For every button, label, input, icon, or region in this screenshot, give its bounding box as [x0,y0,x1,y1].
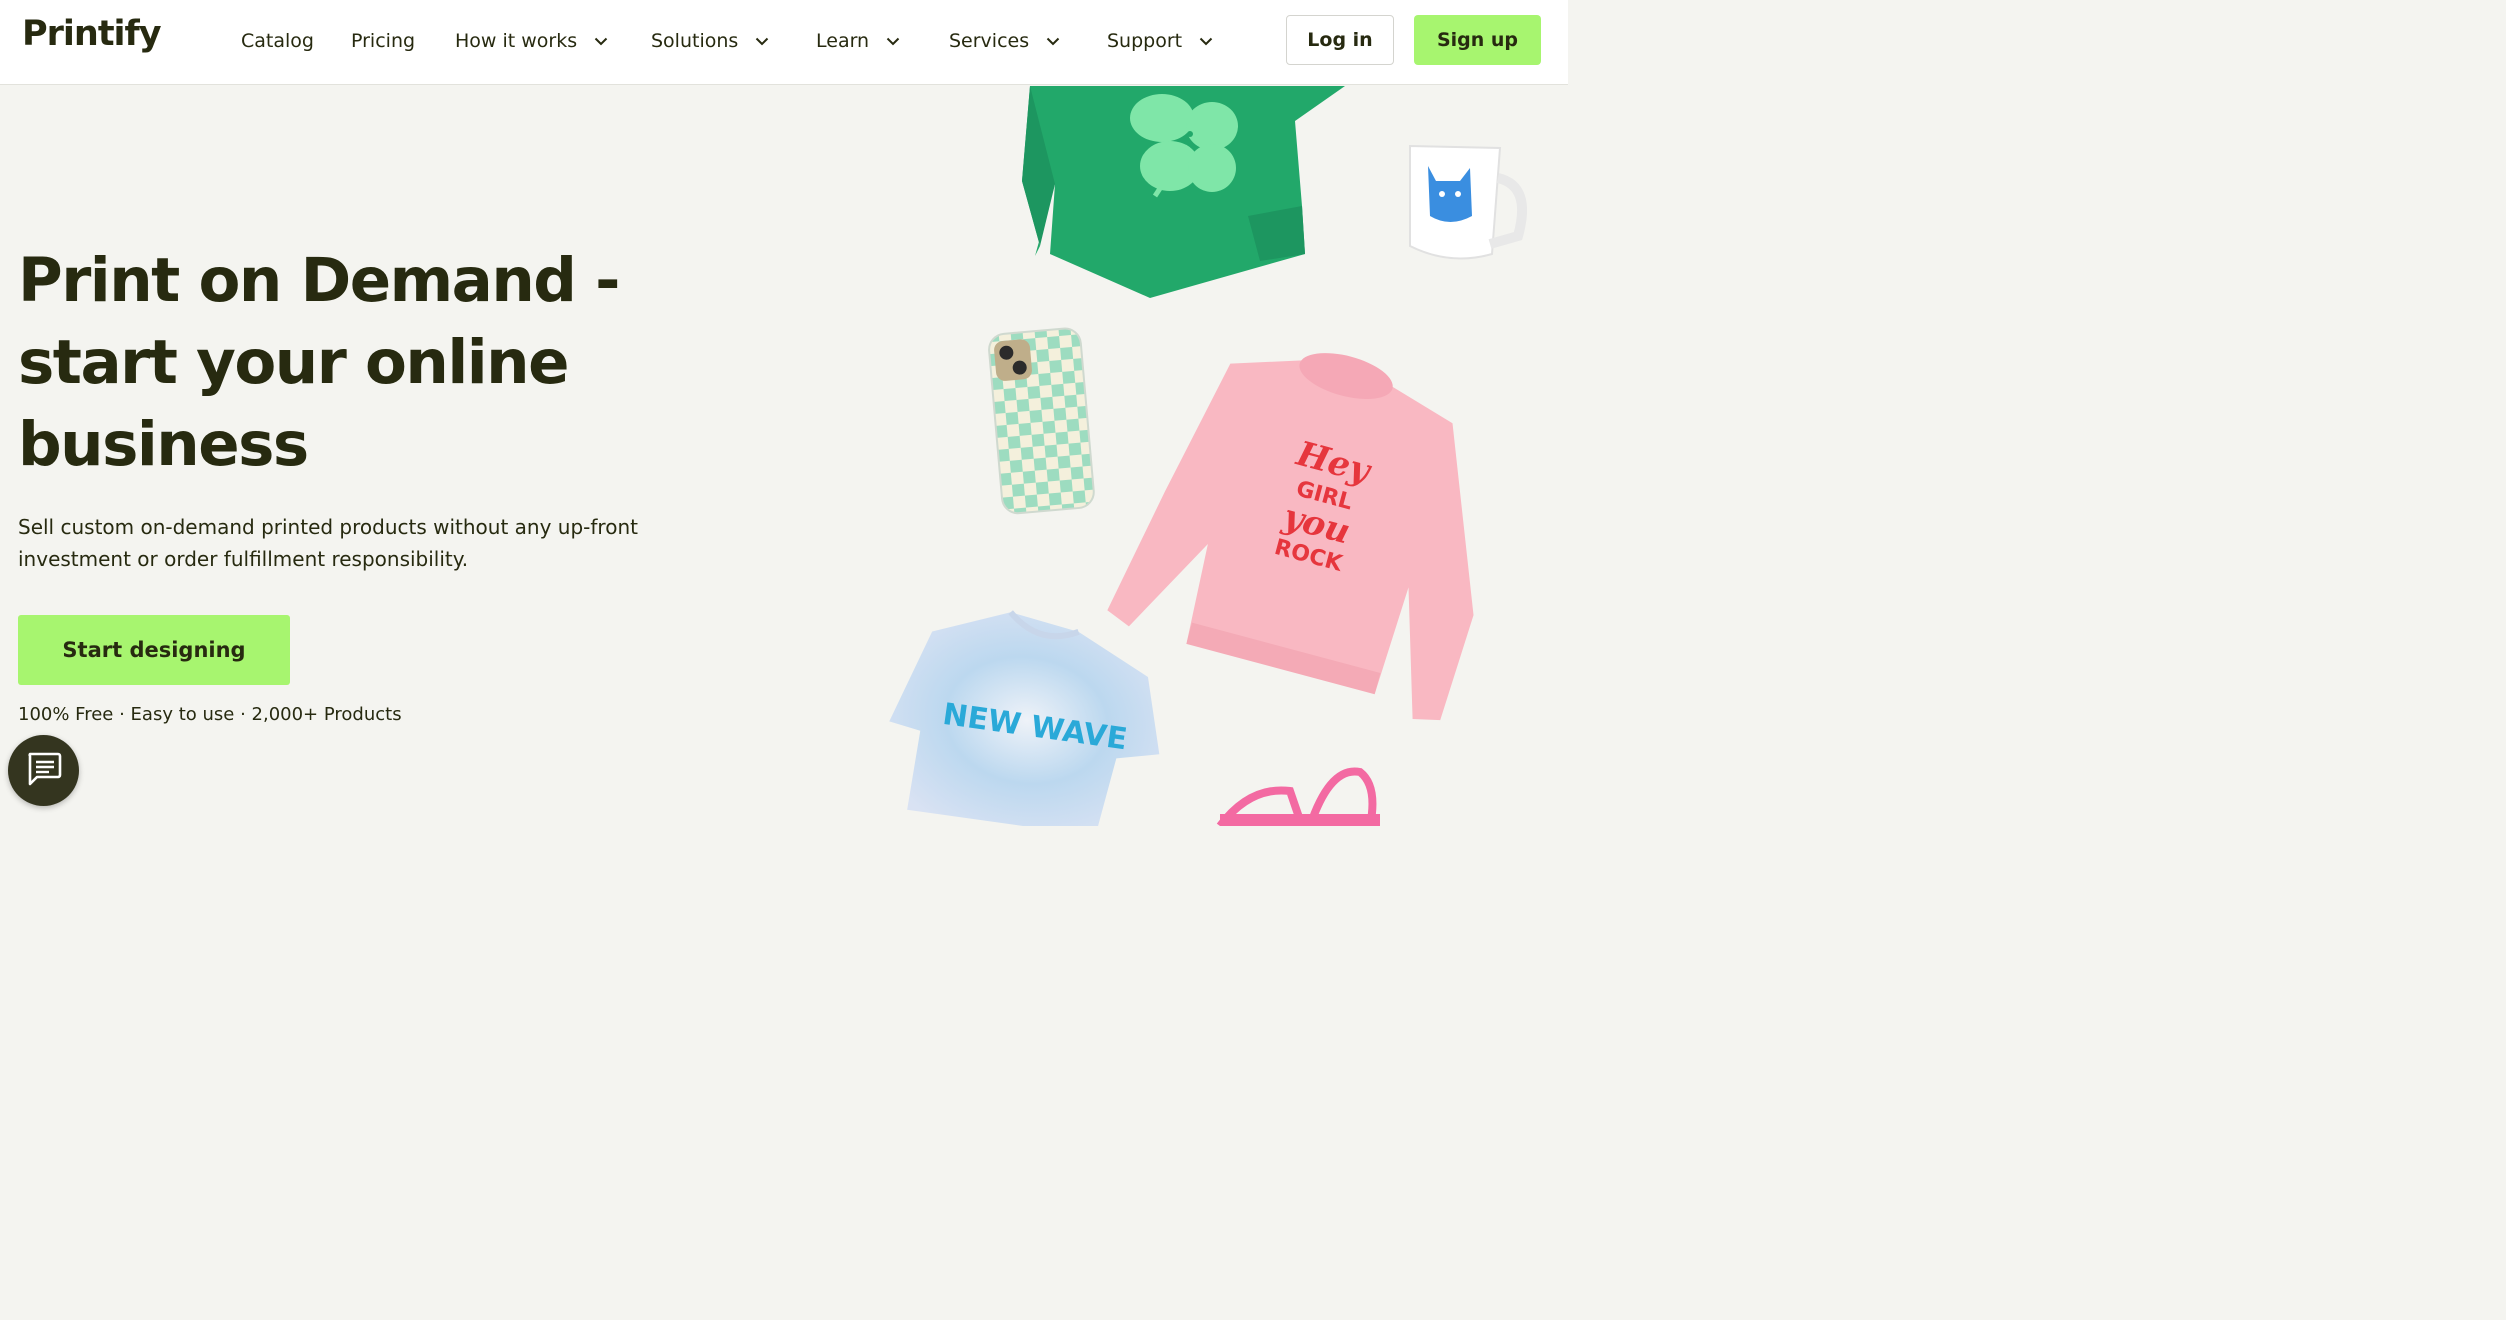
nav-item-label: Catalog [241,30,314,52]
signup-button[interactable]: Sign up [1414,15,1541,65]
product-collage: Hey GIRL you ROCK NEW WAVE [850,86,1568,837]
nav-item-label: Support [1107,30,1183,52]
tie-dye-tshirt: NEW WAVE [889,610,1160,837]
chat-button[interactable] [8,735,79,806]
phone-case [988,327,1095,515]
tote-bag [1216,767,1380,829]
nav-item-learn[interactable]: Learn [816,26,900,56]
chat-icon [25,751,63,791]
chevron-down-icon [594,37,608,46]
nav-item-label: Pricing [351,30,416,52]
nav-item-pricing[interactable]: Pricing [351,26,415,56]
nav-item-catalog[interactable]: Catalog [241,26,314,56]
chevron-down-icon [1199,37,1213,46]
nav-item-label: How it works [455,30,578,52]
nav-item-how-it-works[interactable]: How it works [455,26,608,56]
chevron-down-icon [755,37,769,46]
login-button[interactable]: Log in [1286,15,1394,65]
hero-subtext: Sell custom on-demand printed products w… [18,515,638,571]
top-navigation: Printify Catalog Pricing How it works So… [0,0,1568,85]
hero-headline: Print on Demand - start your online busi… [18,245,620,480]
nav-item-support[interactable]: Support [1107,26,1213,56]
nav-item-label: Services [949,30,1030,52]
mug [1409,144,1527,260]
chevron-down-icon [886,37,900,46]
nav-item-solutions[interactable]: Solutions [651,26,769,56]
start-designing-button[interactable]: Start designing [18,615,290,685]
chevron-down-icon [1046,37,1060,46]
hero-features: 100% Free · Easy to use · 2,000+ Product… [18,704,402,725]
nav-item-label: Solutions [651,30,739,52]
pink-sweatshirt: Hey GIRL you ROCK [1107,353,1474,721]
printify-logo[interactable]: Printify [22,14,162,54]
nav-item-services[interactable]: Services [949,26,1060,56]
green-sweatshirt [1022,86,1345,298]
nav-item-label: Learn [816,30,870,52]
